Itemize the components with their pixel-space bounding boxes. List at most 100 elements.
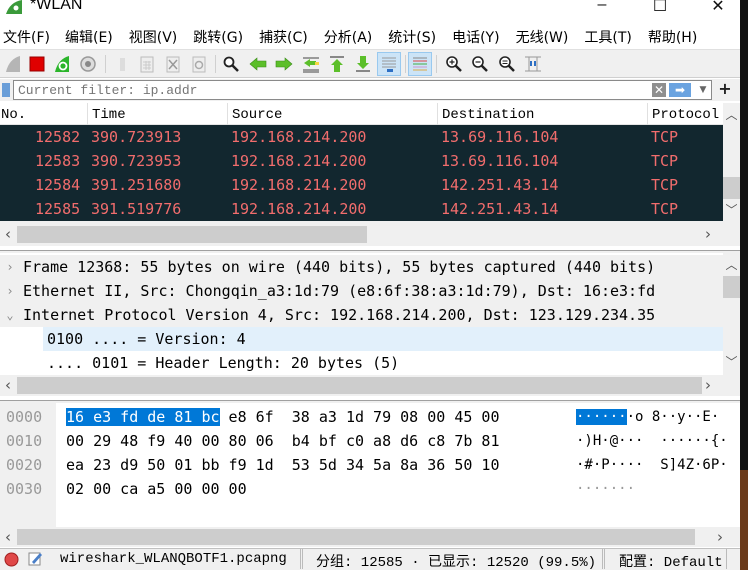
edit-comment-icon[interactable] (28, 551, 43, 566)
arrow-left-icon (249, 57, 267, 71)
packet-details-vscrollbar[interactable]: ︿ ﹀ (723, 253, 740, 375)
packet-protocol: TCP (651, 128, 679, 146)
ascii-row[interactable]: ·)H·@··· ······{· (576, 429, 728, 453)
packet-source: 192.168.214.200 (231, 152, 367, 170)
packet-list-vscrollbar[interactable]: ︿ ﹀ (723, 103, 740, 221)
open-file-button[interactable] (111, 53, 133, 75)
tree-item-label: Internet Protocol Version 4, Src: 192.16… (23, 306, 656, 324)
hex-row[interactable]: 16 e3 fd de 81 bc e8 6f 38 a3 1d 79 08 0… (66, 405, 500, 429)
go-to-packet-button[interactable] (300, 53, 322, 75)
packet-list-vscroll-thumb[interactable] (723, 177, 740, 199)
scroll-right-icon[interactable]: › (700, 225, 716, 243)
scroll-right-icon[interactable]: › (712, 528, 728, 546)
menu-tools[interactable]: 工具(T) (584, 24, 631, 48)
packet-details-vscroll-thumb[interactable] (723, 276, 740, 298)
byte-hex-dump[interactable]: 16 e3 fd de 81 bc e8 6f 38 a3 1d 79 08 0… (56, 403, 740, 527)
menu-wireless[interactable]: 无线(W) (516, 24, 569, 48)
expand-icon[interactable]: › (2, 279, 18, 303)
scroll-left-icon[interactable]: ‹ (0, 528, 16, 546)
restart-capture-button[interactable] (51, 53, 73, 75)
hex-row[interactable]: 00 29 48 f9 40 00 80 06 b4 bf c0 a8 d6 c… (66, 429, 499, 453)
ascii-selection[interactable]: ······ (576, 409, 627, 425)
packet-bytes-hscroll-thumb[interactable] (231, 529, 695, 545)
hex-selection[interactable]: 16 e3 fd de 81 bc (66, 408, 220, 426)
column-header-destination[interactable]: Destination (438, 103, 648, 125)
colorize-button[interactable] (408, 52, 432, 76)
scroll-right-icon[interactable]: › (700, 376, 716, 394)
column-header-time[interactable]: Time (88, 103, 228, 125)
menu-help[interactable]: 帮助(H) (648, 24, 697, 48)
menu-analyze[interactable]: 分析(A) (324, 24, 373, 48)
capture-options-button[interactable] (77, 53, 99, 75)
ascii-row[interactable]: ·······o 8··y··E· (576, 405, 719, 429)
resize-columns-button[interactable] (522, 53, 544, 75)
packet-details-hscrollbar[interactable]: ‹ › (0, 375, 723, 396)
tree-item-ipv4[interactable]: ⌄ Internet Protocol Version 4, Src: 192.… (0, 303, 723, 327)
packet-row[interactable]: 12584 391.251680 192.168.214.200 142.251… (0, 173, 723, 197)
save-file-button[interactable] (136, 53, 158, 75)
menu-telephony[interactable]: 电话(Y) (452, 24, 499, 48)
zoom-reset-button[interactable] (496, 53, 518, 75)
close-file-button[interactable] (162, 53, 184, 75)
menu-capture[interactable]: 捕获(C) (259, 24, 308, 48)
expand-icon[interactable]: › (2, 255, 18, 279)
display-filter-input[interactable] (18, 82, 618, 98)
packet-bytes-hscroll-thumb-left[interactable] (17, 529, 231, 545)
tree-item-ethernet[interactable]: › Ethernet II, Src: Chongqin_a3:1d:79 (e… (0, 279, 723, 303)
start-capture-button[interactable] (2, 53, 24, 75)
last-packet-button[interactable] (352, 53, 374, 75)
zoom-in-button[interactable] (443, 53, 465, 75)
hex-row[interactable]: ea 23 d9 50 01 bb f9 1d 53 5d 34 5a 8a 3… (66, 453, 499, 477)
menu-file[interactable]: 文件(F) (3, 24, 50, 48)
packet-list-hscrollbar[interactable]: ‹ › (0, 223, 723, 245)
packet-bytes-hscrollbar[interactable]: ‹ › (0, 527, 740, 547)
profile-name[interactable]: 配置: Default (619, 551, 723, 570)
tree-item-frame[interactable]: › Frame 12368: 55 bytes on wire (440 bit… (0, 255, 723, 279)
minimize-button[interactable]: – (582, 0, 622, 16)
go-forward-button[interactable] (273, 53, 295, 75)
menu-go[interactable]: 跳转(G) (193, 24, 243, 48)
clear-filter-icon[interactable]: ✕ (652, 83, 666, 97)
packet-row[interactable]: 12582 390.723913 192.168.214.200 13.69.1… (0, 125, 723, 149)
collapse-icon[interactable]: ⌄ (2, 303, 18, 327)
menu-view[interactable]: 视图(V) (129, 24, 178, 48)
stop-capture-button[interactable] (26, 53, 48, 75)
add-filter-button[interactable]: + (715, 79, 735, 99)
find-packet-button[interactable] (220, 53, 242, 75)
tree-item-ip-version[interactable]: 0100 .... = Version: 4 (43, 327, 723, 351)
ascii-text: ······· (576, 481, 636, 497)
scroll-up-icon[interactable]: ︿ (723, 256, 740, 273)
column-header-protocol[interactable]: Protocol (648, 103, 723, 125)
packet-details-hscroll-thumb[interactable] (17, 377, 702, 394)
scroll-left-icon[interactable]: ‹ (0, 225, 16, 243)
scroll-up-icon[interactable]: ︿ (723, 106, 740, 123)
zoom-out-button[interactable] (469, 53, 491, 75)
filter-history-dropdown-icon[interactable]: ▼ (697, 82, 709, 98)
reload-file-button[interactable] (188, 53, 210, 75)
packet-row[interactable]: 12583 390.723953 192.168.214.200 13.69.1… (0, 149, 723, 173)
go-back-button[interactable] (247, 53, 269, 75)
ascii-text: ·o 8··y··E· (626, 409, 720, 425)
hex-row[interactable]: 02 00 ca a5 00 00 00 (66, 477, 247, 501)
packet-list-hscroll-thumb[interactable] (17, 226, 367, 243)
menu-edit[interactable]: 编辑(E) (65, 24, 113, 48)
apply-filter-icon[interactable]: ➡ (669, 83, 691, 97)
column-header-source[interactable]: Source (228, 103, 438, 125)
menu-statistics[interactable]: 统计(S) (388, 24, 436, 48)
column-header-no[interactable]: No. (0, 103, 88, 125)
scroll-down-icon[interactable]: ﹀ (723, 201, 740, 218)
packet-time: 390.723953 (91, 152, 182, 170)
scroll-down-icon[interactable]: ﹀ (723, 353, 740, 370)
auto-scroll-icon (382, 57, 396, 72)
ascii-row[interactable]: ·#·P···· S]4Z·6P· (576, 453, 728, 477)
bookmark-icon[interactable] (2, 83, 10, 97)
tree-item-ip-header-length[interactable]: .... 0101 = Header Length: 20 bytes (5) (0, 351, 723, 375)
close-button[interactable]: ✕ (698, 0, 738, 16)
first-packet-button[interactable] (326, 53, 348, 75)
packet-row[interactable]: 12585 391.519776 192.168.214.200 142.251… (0, 197, 723, 221)
capture-status-icon[interactable] (4, 552, 19, 567)
maximize-button[interactable]: ☐ (640, 0, 680, 16)
auto-scroll-button[interactable] (377, 52, 401, 76)
ascii-row[interactable]: ······· (576, 477, 635, 501)
scroll-left-icon[interactable]: ‹ (0, 376, 16, 394)
